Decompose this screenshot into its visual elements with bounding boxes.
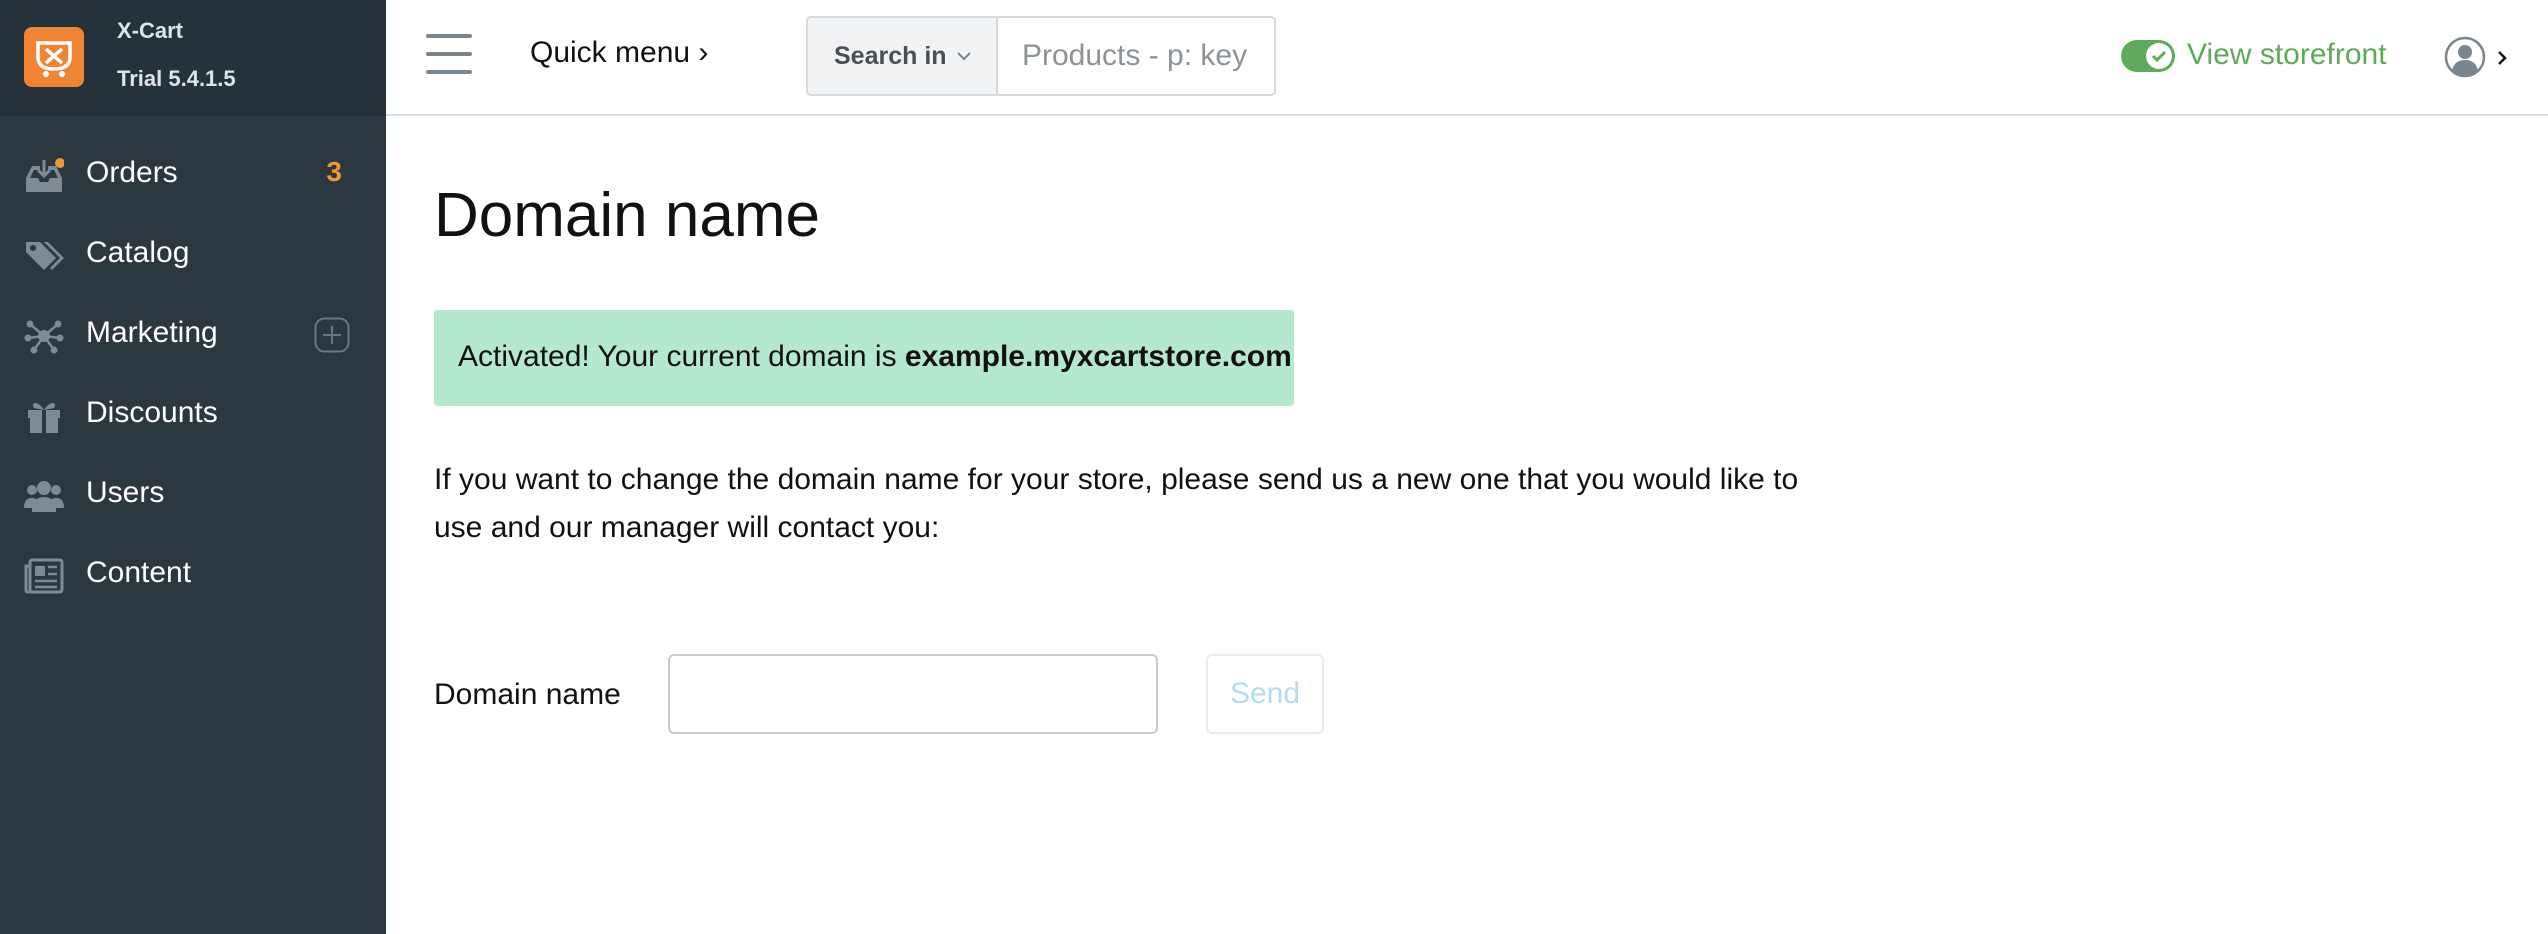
chevron-right-icon — [2498, 51, 2507, 65]
sidebar-item-catalog[interactable]: Catalog — [0, 216, 386, 296]
gift-icon — [28, 403, 60, 433]
users-icon — [24, 481, 64, 512]
send-button[interactable]: Send — [1206, 654, 1324, 734]
sidebar-item-content[interactable]: Content — [0, 536, 386, 616]
sidebar-item-users[interactable]: Users — [0, 456, 386, 536]
storefront-toggle-switch[interactable] — [2121, 40, 2175, 72]
user-avatar-icon — [2444, 36, 2486, 78]
hamburger-menu-icon[interactable] — [426, 34, 472, 74]
current-domain: example.myxcartstore.com — [904, 340, 1292, 373]
xcart-logo[interactable] — [24, 27, 84, 87]
check-icon — [2151, 50, 2167, 63]
sidebar-item-label: Discounts — [86, 396, 218, 429]
newspaper-icon — [24, 558, 64, 594]
description-text: If you want to change the domain name fo… — [434, 463, 1799, 544]
quick-menu-button[interactable]: Quick menu › — [530, 36, 708, 70]
search-in-dropdown[interactable]: Search in — [808, 18, 998, 94]
sidebar-item-label: Content — [86, 556, 192, 589]
brand-header: X-Cart Trial 5.4.1.5 — [0, 0, 386, 116]
tags-icon — [26, 242, 64, 270]
domain-name-input[interactable] — [668, 654, 1158, 734]
sidebar-item-marketing[interactable]: Marketing — [0, 296, 386, 376]
sidebar-item-discounts[interactable]: Discounts — [0, 376, 386, 456]
user-avatar-menu[interactable] — [2444, 36, 2507, 78]
network-icon — [24, 320, 64, 354]
plus-circle-icon[interactable] — [314, 317, 350, 353]
domain-name-label: Domain name — [434, 678, 621, 711]
orders-count-badge: 3 — [326, 156, 342, 187]
main-content: Domain name Activated! Your current doma… — [386, 118, 2548, 934]
brand-name: X-Cart — [117, 18, 184, 43]
brand-version: Trial 5.4.1.5 — [117, 66, 236, 91]
search-bar: Search in — [806, 16, 1276, 96]
search-in-label: Search in — [834, 42, 947, 70]
success-alert: Activated! Your current domain is exampl… — [434, 310, 1294, 406]
orders-inbox-icon — [26, 158, 64, 192]
search-input[interactable] — [998, 18, 1274, 94]
cart-logo-icon — [36, 41, 72, 77]
chevron-down-icon — [957, 52, 971, 61]
alert-message: Activated! Your current domain is — [458, 340, 905, 373]
sidebar-item-label: Orders — [86, 156, 178, 189]
view-storefront-link[interactable]: View storefront — [2187, 38, 2387, 72]
sidebar-item-orders[interactable]: Orders 3 — [0, 136, 386, 216]
sidebar-item-label: Marketing — [86, 316, 218, 349]
top-bar: Quick menu › Search in View storefront — [386, 0, 2548, 116]
sidebar-item-label: Catalog — [86, 236, 190, 269]
sidebar: X-Cart Trial 5.4.1.5 Orders 3 Catalog Ma… — [0, 0, 386, 934]
page-title: Domain name — [434, 181, 820, 250]
sidebar-item-label: Users — [86, 476, 165, 509]
